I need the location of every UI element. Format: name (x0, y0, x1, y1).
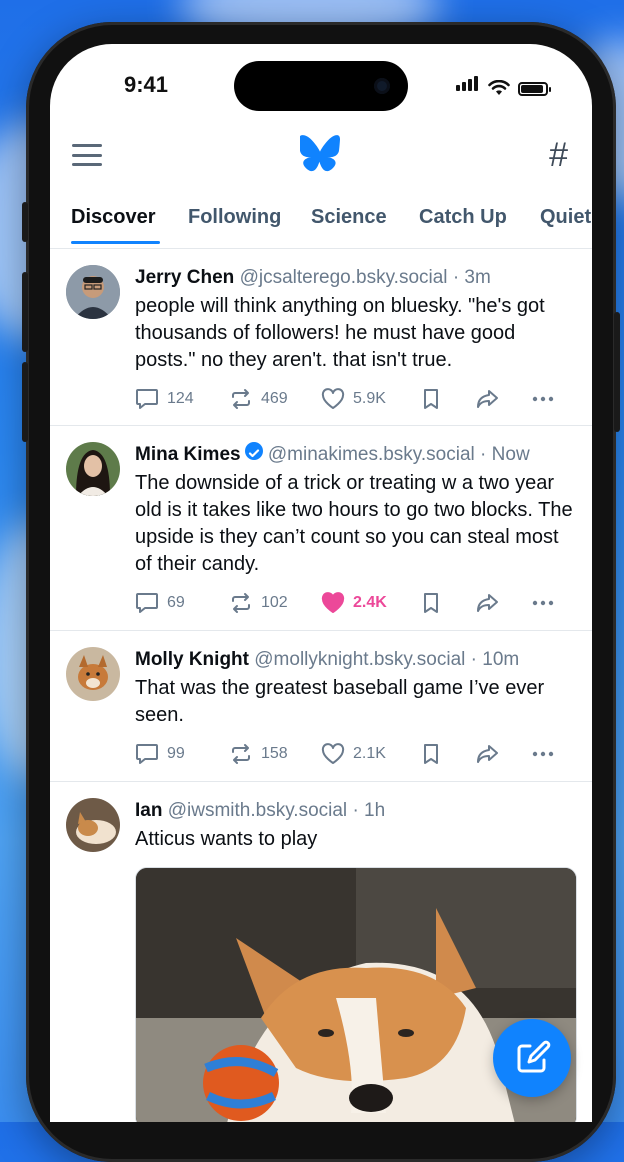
like-button[interactable]: 5.9K (321, 388, 386, 410)
repost-button[interactable]: 102 (229, 592, 288, 614)
share-button[interactable] (475, 592, 499, 614)
more-options-button[interactable] (531, 743, 555, 765)
like-button[interactable]: 2.4K (321, 592, 387, 614)
battery-icon (518, 82, 551, 96)
feed-tabs: Discover Following Science Catch Up Quie… (50, 194, 592, 249)
author-handle[interactable]: @jcsalterego.bsky.social (240, 267, 448, 288)
post-actions: 124 469 5.9K (135, 380, 578, 426)
bookmark-button[interactable] (421, 592, 441, 614)
post[interactable]: Mina Kimes @minakimes.bsky.social · Now … (50, 426, 592, 631)
bookmark-button[interactable] (421, 743, 441, 765)
status-time: 9:41 (124, 72, 169, 97)
app-header: # (50, 134, 592, 184)
post-time: · 1h (352, 800, 386, 821)
tab-following[interactable]: Following (188, 206, 281, 229)
post-text: Atticus wants to play (135, 828, 318, 850)
feed: Jerry Chen @jcsalterego.bsky.social · 3m… (50, 249, 592, 1122)
bookmark-button[interactable] (421, 388, 441, 410)
avatar[interactable] (66, 798, 120, 852)
cellular-signal-icon (456, 76, 480, 96)
share-button[interactable] (475, 743, 499, 765)
tab-science[interactable]: Science (311, 206, 387, 229)
hamburger-icon[interactable] (72, 144, 102, 168)
avatar[interactable] (66, 265, 120, 319)
reply-icon (136, 744, 158, 764)
avatar[interactable] (66, 442, 120, 496)
post-text: people will think anything on bluesky. "… (135, 295, 545, 371)
tab-catch-up[interactable]: Catch Up (419, 206, 507, 229)
author-name[interactable]: Mina Kimes (135, 444, 241, 465)
verified-check-icon (244, 442, 263, 460)
compose-icon (517, 1040, 551, 1073)
bookmark-icon (424, 389, 438, 409)
post-time: · 10m (470, 649, 520, 670)
share-icon (477, 745, 498, 763)
bookmark-icon (424, 744, 438, 764)
status-bar: 9:41 (50, 44, 592, 134)
heart-icon (321, 743, 345, 764)
share-icon (477, 594, 498, 612)
ellipsis-icon (532, 751, 554, 757)
post-text: That was the greatest baseball game I’ve… (135, 677, 545, 726)
heart-filled-icon (321, 592, 345, 613)
reply-button[interactable]: 124 (135, 388, 194, 410)
post-text: The downside of a trick or treating w a … (135, 472, 573, 575)
author-name[interactable]: Jerry Chen (135, 267, 234, 288)
author-handle[interactable]: @iwsmith.bsky.social (168, 800, 347, 821)
dynamic-island (234, 61, 408, 111)
post-actions: 69 102 2.4K (135, 584, 578, 630)
reply-button[interactable]: 99 (135, 743, 185, 765)
app-screen: 9:41 # Discover Following Science Catch … (50, 44, 592, 1122)
butterfly-icon (300, 135, 340, 172)
heart-icon (321, 388, 345, 409)
wifi-icon (488, 80, 510, 95)
avatar[interactable] (66, 647, 120, 701)
post-actions: 99 158 2.1K (135, 735, 578, 781)
bookmark-icon (424, 593, 438, 613)
hash-icon[interactable]: # (549, 136, 568, 175)
tab-discover[interactable]: Discover (71, 206, 156, 229)
active-tab-indicator (71, 241, 160, 244)
like-button[interactable]: 2.1K (321, 743, 386, 765)
repost-icon (232, 593, 250, 613)
more-options-button[interactable] (531, 388, 555, 410)
author-name[interactable]: Ian (135, 800, 162, 821)
reply-button[interactable]: 69 (135, 592, 185, 614)
reply-icon (136, 389, 158, 409)
post-time: · Now (480, 444, 530, 465)
author-handle[interactable]: @mollyknight.bsky.social (254, 649, 465, 670)
share-button[interactable] (475, 388, 499, 410)
ellipsis-icon (532, 600, 554, 606)
reply-icon (136, 593, 158, 613)
post[interactable]: Molly Knight @mollyknight.bsky.social · … (50, 631, 592, 782)
share-icon (477, 390, 498, 408)
repost-button[interactable]: 158 (229, 743, 288, 765)
compose-button[interactable] (493, 1019, 571, 1097)
author-handle[interactable]: @minakimes.bsky.social (268, 444, 475, 465)
post[interactable]: Jerry Chen @jcsalterego.bsky.social · 3m… (50, 249, 592, 426)
more-options-button[interactable] (531, 592, 555, 614)
post-time: · 3m (452, 267, 491, 288)
ellipsis-icon (532, 396, 554, 402)
author-name[interactable]: Molly Knight (135, 649, 249, 670)
repost-icon (232, 744, 250, 764)
repost-icon (232, 389, 250, 409)
repost-button[interactable]: 469 (229, 388, 288, 410)
tab-quiet[interactable]: Quiet (540, 206, 591, 229)
